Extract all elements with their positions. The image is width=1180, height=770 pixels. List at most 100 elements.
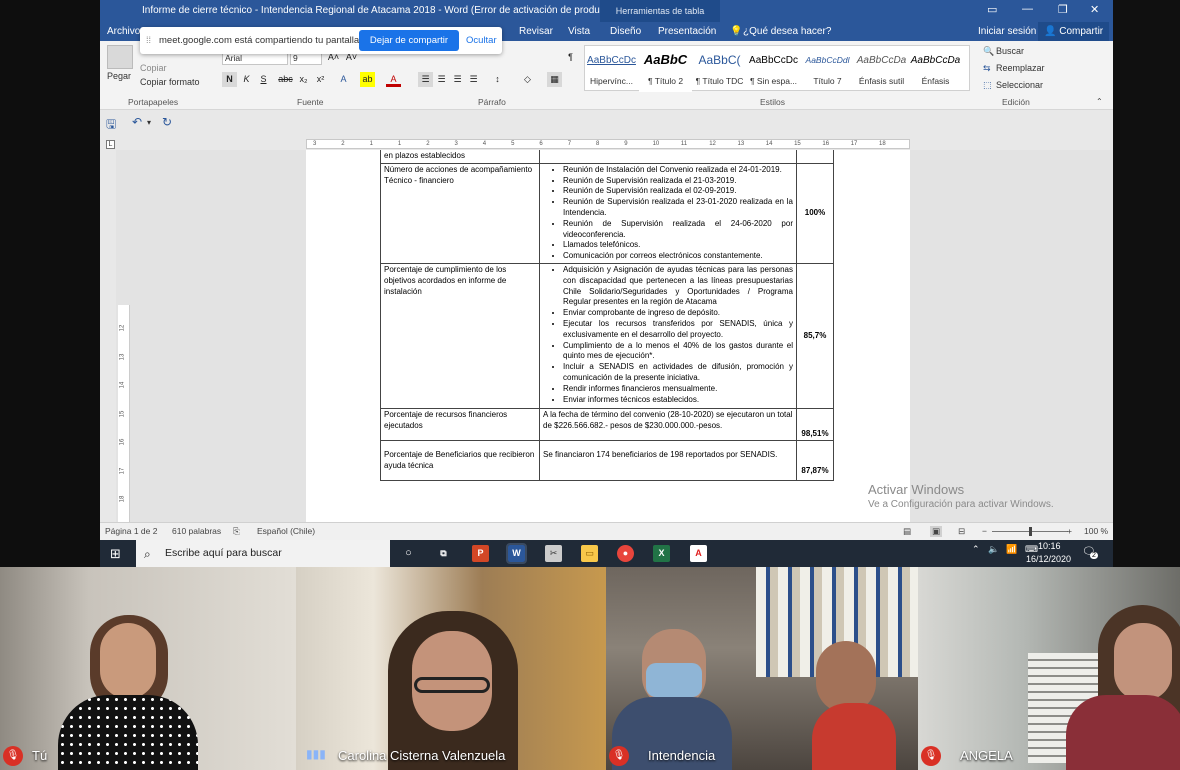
table-cell[interactable]: Porcentaje de cumplimiento de los objeti…: [380, 262, 540, 410]
language-indicator[interactable]: Español (Chile): [257, 526, 315, 536]
table-cell[interactable]: [539, 150, 797, 164]
style-hyperlink[interactable]: AaBbCcDc Hipervínc...: [585, 46, 638, 92]
style-titulo-7[interactable]: AaBbCcDdl Título 7: [801, 46, 854, 92]
format-painter-button[interactable]: Copiar formato: [140, 77, 200, 87]
powerpoint-icon[interactable]: P: [472, 545, 489, 562]
table-cell[interactable]: Se financiaron 174 beneficiarios de 198 …: [539, 440, 797, 482]
stop-sharing-button[interactable]: Dejar de compartir: [359, 30, 459, 51]
table-cell[interactable]: Porcentaje de Beneficiarios que recibier…: [380, 440, 540, 482]
table-cell[interactable]: Número de acciones de acompañamiento Téc…: [380, 162, 540, 264]
tab-vista[interactable]: Vista: [568, 26, 590, 37]
save-icon[interactable]: 🖫: [106, 115, 116, 136]
font-color-icon[interactable]: A: [386, 72, 401, 87]
underline-icon[interactable]: S: [256, 72, 271, 87]
network-icon[interactable]: 📶: [1006, 544, 1017, 555]
word-count[interactable]: 610 palabras: [172, 526, 221, 536]
print-layout-icon[interactable]: ▣: [930, 526, 943, 537]
justify-icon[interactable]: ☰: [466, 72, 481, 87]
italic-icon[interactable]: K: [239, 72, 254, 87]
zoom-out-icon[interactable]: −: [982, 526, 987, 536]
tray-chevron-icon[interactable]: ⌃: [972, 544, 980, 555]
excel-icon[interactable]: X: [653, 545, 670, 562]
acrobat-icon[interactable]: A: [690, 545, 707, 562]
collapse-ribbon-icon[interactable]: ⌃: [1096, 97, 1103, 106]
taskbar-search[interactable]: ⌕ Escribe aquí para buscar: [136, 540, 390, 567]
volume-icon[interactable]: 🔈: [988, 544, 999, 555]
tab-stop-selector[interactable]: L: [106, 140, 115, 149]
zoom-slider-thumb[interactable]: [1029, 527, 1032, 536]
replace-button[interactable]: Reemplazar: [996, 63, 1045, 73]
copy-button[interactable]: Copiar: [140, 63, 167, 73]
undo-icon[interactable]: ↶: [132, 115, 142, 129]
participant-tile[interactable]: 🎙 Tú: [0, 567, 296, 770]
highlight-icon[interactable]: ab: [360, 72, 375, 87]
table-cell[interactable]: 98,51%: [796, 408, 834, 442]
redo-icon[interactable]: ↻: [162, 115, 172, 129]
table-cell[interactable]: 85,7%: [796, 262, 834, 410]
horizontal-ruler[interactable]: 3 2 1 1 2 3 4 5 6 7 8 9 10 11 12 13 14 15 16 17 18: [306, 139, 910, 149]
line-spacing-icon[interactable]: ↕: [490, 72, 505, 87]
tab-presentacion[interactable]: Presentación: [658, 26, 716, 37]
chrome-icon[interactable]: ●: [617, 545, 634, 562]
select-button[interactable]: Seleccionar: [996, 80, 1043, 90]
table-cell[interactable]: Porcentaje de recursos financieros ejecu…: [380, 408, 540, 442]
style-enfasis[interactable]: AaBbCcDa Énfasis: [909, 46, 962, 92]
tab-revisar[interactable]: Revisar: [519, 26, 553, 37]
paste-button[interactable]: Pegar: [107, 71, 131, 81]
snipping-tool-icon[interactable]: ✂: [545, 545, 562, 562]
undo-dropdown-icon[interactable]: ▾: [147, 118, 151, 127]
tab-archivo[interactable]: Archivo: [107, 26, 140, 37]
table-cell[interactable]: en plazos establecidos: [380, 150, 540, 164]
zoom-in-icon[interactable]: +: [1067, 526, 1072, 536]
maximize-icon[interactable]: ❐: [1058, 3, 1068, 16]
align-right-icon[interactable]: ☰: [450, 72, 465, 87]
style-titulo-2[interactable]: AaBbC ¶ Título 2: [639, 46, 692, 92]
drag-handle-icon[interactable]: ⁞⁞: [146, 35, 151, 45]
table-cell[interactable]: 87,87%: [796, 440, 834, 482]
word-icon[interactable]: W: [506, 543, 527, 564]
shading-icon[interactable]: ◇: [520, 72, 535, 87]
document-page[interactable]: en plazos establecidos Número de accione…: [306, 150, 910, 522]
cortana-icon[interactable]: ○: [400, 545, 417, 562]
zoom-level[interactable]: 100 %: [1084, 526, 1108, 536]
style-sin-espaciado[interactable]: AaBbCcDc ¶ Sin espa...: [747, 46, 800, 92]
file-explorer-icon[interactable]: ▭: [581, 545, 598, 562]
minimize-icon[interactable]: —: [1022, 3, 1033, 15]
page-count[interactable]: Página 1 de 2: [105, 526, 157, 536]
proofing-icon[interactable]: ⎘: [233, 526, 240, 537]
table-cell[interactable]: [796, 150, 834, 164]
windows-start-icon[interactable]: ⊞: [110, 546, 121, 562]
web-layout-icon[interactable]: ⊟: [958, 526, 965, 537]
tell-me-search[interactable]: ¿Qué desea hacer?: [743, 26, 831, 37]
style-enfasis-sutil[interactable]: AaBbCcDa Énfasis sutil: [855, 46, 908, 92]
align-left-icon[interactable]: ☰: [418, 72, 433, 87]
tab-diseno[interactable]: Diseño: [610, 26, 641, 37]
clock-date[interactable]: 16/12/2020: [1026, 554, 1071, 564]
style-titulo-tdc[interactable]: AaBbC(¶ Título TDC: [693, 46, 746, 92]
table-cell[interactable]: A la fecha de término del convenio (28-1…: [539, 408, 797, 442]
document-area[interactable]: 12131415161718192021222324 en plazos est…: [116, 150, 1113, 522]
task-view-icon[interactable]: ⧉: [435, 545, 452, 562]
sign-in-link[interactable]: Iniciar sesión: [978, 26, 1036, 37]
show-marks-icon[interactable]: ¶: [563, 50, 578, 65]
clipboard-icon[interactable]: [107, 45, 133, 69]
borders-icon[interactable]: ▦: [547, 72, 562, 87]
vertical-ruler[interactable]: 12131415161718192021222324: [118, 305, 130, 522]
participant-tile[interactable]: ▮▮▮ Carolina Cisterna Valenzuela: [296, 567, 606, 770]
hide-notice-button[interactable]: Ocultar: [466, 35, 497, 46]
strikethrough-icon[interactable]: abc: [278, 72, 293, 87]
align-center-icon[interactable]: ☰: [434, 72, 449, 87]
superscript-icon[interactable]: x²: [313, 72, 328, 87]
bold-icon[interactable]: N: [222, 72, 237, 87]
share-button[interactable]: 👤 Compartir: [1038, 22, 1110, 41]
close-icon[interactable]: ✕: [1090, 3, 1099, 16]
zoom-slider[interactable]: [992, 527, 1068, 536]
read-mode-icon[interactable]: ▤: [903, 526, 911, 537]
ribbon-display-icon[interactable]: ▭: [987, 3, 997, 16]
participant-tile[interactable]: 🎙 ANGELA: [918, 567, 1180, 770]
clock-time[interactable]: 10:16: [1038, 541, 1061, 551]
find-button[interactable]: Buscar: [996, 46, 1024, 56]
subscript-icon[interactable]: x₂: [296, 72, 311, 87]
text-effects-icon[interactable]: A: [336, 72, 351, 87]
table-cell[interactable]: 100%: [796, 162, 834, 264]
